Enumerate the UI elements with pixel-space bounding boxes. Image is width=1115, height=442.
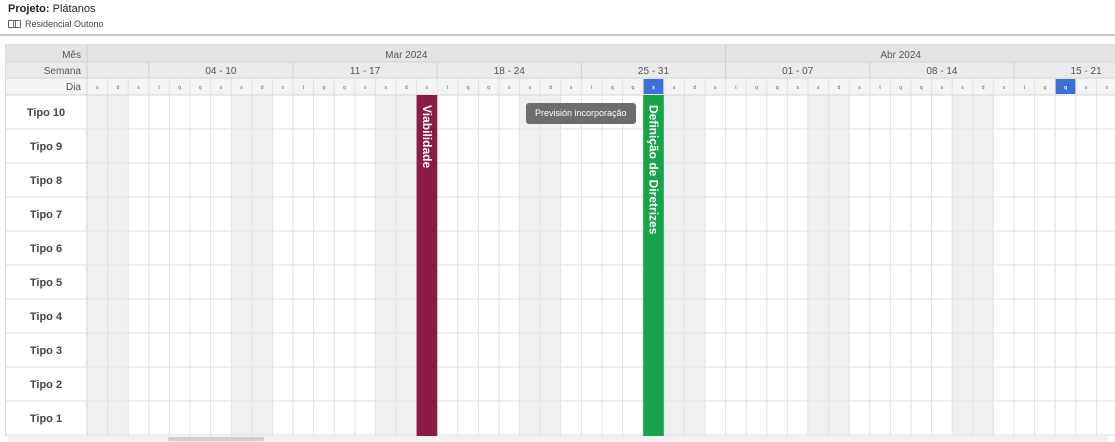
- weekend-column: [808, 95, 829, 437]
- week-label: 25 - 31: [638, 66, 670, 77]
- day-label[interactable]: q: [611, 85, 614, 91]
- week-label: 11 - 17: [350, 66, 381, 77]
- row-label: Tipo 7: [30, 209, 62, 221]
- day-label[interactable]: d: [261, 85, 264, 91]
- day-label[interactable]: q: [899, 85, 902, 91]
- row-label: Tipo 2: [30, 379, 62, 391]
- scrollbar-thumb[interactable]: [168, 437, 264, 441]
- day-label[interactable]: d: [405, 85, 408, 91]
- weekend-column: [540, 95, 561, 437]
- week-label: 01 - 07: [782, 66, 814, 77]
- month-label: Abr 2024: [880, 50, 921, 61]
- week-label: 04 - 10: [205, 66, 237, 77]
- day-label[interactable]: q: [323, 85, 326, 91]
- day-label[interactable]: d: [982, 85, 985, 91]
- day-label[interactable]: d: [117, 85, 120, 91]
- header-divider: [0, 34, 1115, 36]
- weekend-column: [972, 95, 994, 437]
- day-label[interactable]: d: [693, 85, 696, 91]
- day-label[interactable]: q: [776, 85, 779, 91]
- row-label: Tipo 4: [30, 311, 63, 323]
- month-header-label: Mês: [62, 50, 81, 61]
- day-label[interactable]: q: [487, 85, 490, 91]
- row-label: Tipo 1: [30, 413, 62, 425]
- link-icon: [8, 20, 21, 28]
- week-label: 08 - 14: [926, 66, 958, 77]
- project-header: Projeto: Plátanos Residencial Outono: [0, 0, 1115, 34]
- week-label: 18 - 24: [494, 66, 526, 77]
- day-header-label: Dia: [66, 82, 81, 93]
- week-label: 15 - 21: [1071, 66, 1103, 77]
- weekend-column: [519, 95, 541, 437]
- row-label: Tipo 5: [30, 277, 62, 289]
- day-label[interactable]: q: [343, 85, 346, 91]
- weekend-column: [663, 95, 685, 437]
- task-bar-label[interactable]: Viabilidade: [420, 105, 434, 168]
- row-label: Tipo 3: [30, 345, 62, 357]
- day-label[interactable]: q: [920, 85, 923, 91]
- subtitle-text: Residencial Outono: [25, 19, 104, 29]
- task-bar-label[interactable]: Definição de Diretrizes: [647, 105, 661, 235]
- day-label[interactable]: q: [199, 85, 202, 91]
- row-label: Tipo 8: [30, 175, 62, 187]
- day-label[interactable]: s: [652, 85, 655, 91]
- day-label[interactable]: d: [549, 85, 552, 91]
- day-label[interactable]: q: [755, 85, 758, 91]
- day-label[interactable]: d: [838, 85, 841, 91]
- weekend-column: [684, 95, 705, 437]
- weekend-column: [107, 95, 129, 437]
- project-title: Projeto: Plátanos: [8, 3, 96, 15]
- task-tooltip: Previsión incorporação: [526, 103, 636, 124]
- weekend-column: [952, 95, 973, 437]
- weekend-column: [396, 95, 417, 437]
- week-header-label: Semana: [44, 66, 82, 77]
- day-label[interactable]: q: [178, 85, 181, 91]
- horizontal-scrollbar[interactable]: [8, 436, 1108, 442]
- month-band: [6, 45, 1115, 62]
- day-label[interactable]: q: [467, 85, 470, 91]
- weekend-column: [231, 95, 252, 437]
- weekend-column: [87, 95, 108, 437]
- row-label: Tipo 6: [30, 243, 62, 255]
- month-label: Mar 2024: [385, 50, 428, 61]
- weekend-column: [375, 95, 396, 437]
- row-label: Tipo 9: [30, 141, 62, 153]
- day-label[interactable]: q: [632, 85, 635, 91]
- row-label: Tipo 10: [27, 107, 65, 119]
- day-label[interactable]: q: [1044, 85, 1047, 91]
- day-label[interactable]: q: [1064, 85, 1067, 91]
- project-subtitle[interactable]: Residencial Outono: [8, 19, 104, 29]
- weekend-column: [251, 95, 273, 437]
- project-name: Plátanos: [52, 3, 96, 15]
- weekend-column: [828, 95, 850, 437]
